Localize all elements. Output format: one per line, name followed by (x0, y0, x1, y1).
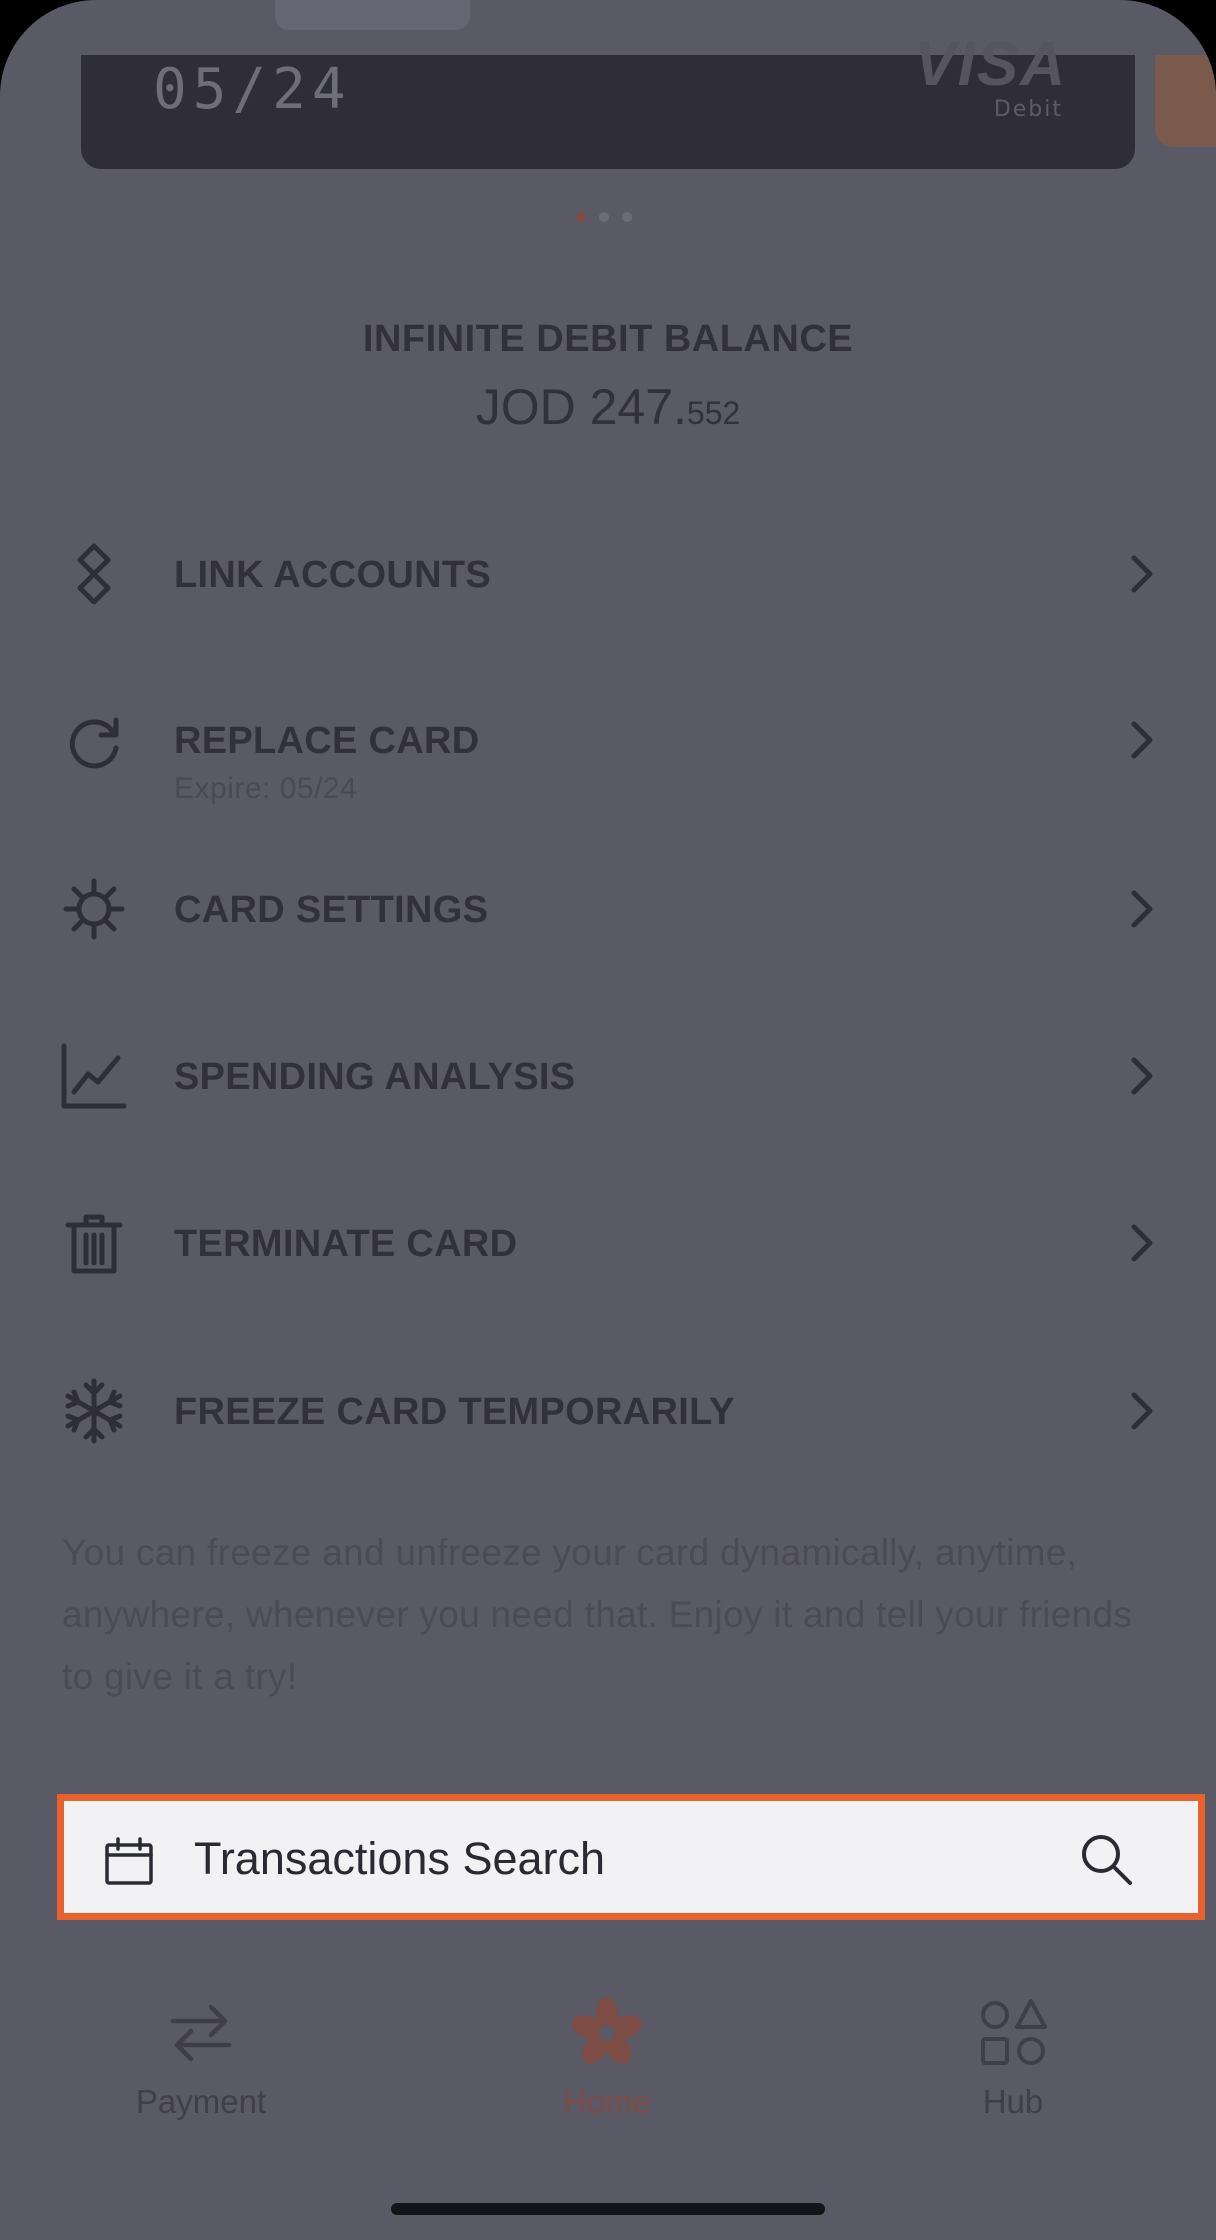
line-chart-icon (58, 1040, 130, 1112)
chevron-right-icon (1122, 887, 1162, 931)
menu-item-sublabel: Expire: 05/24 (174, 772, 358, 805)
card-expiry: 05/24 (153, 57, 352, 122)
tab-hub[interactable]: Hub (893, 1995, 1133, 2145)
tab-label: Payment (135, 2083, 267, 2120)
tab-home[interactable]: Home (487, 1995, 727, 2145)
transactions-search-label: Transactions Search (194, 1833, 606, 1884)
menu-item-label: SPENDING ANALYSIS (174, 1056, 576, 1098)
menu-item-spending-analysis[interactable]: SPENDING ANALYSIS (0, 1016, 1216, 1136)
menu-item-label: TERMINATE CARD (174, 1223, 518, 1265)
shapes-icon (975, 1995, 1051, 2071)
tab-label: Home (562, 2083, 652, 2120)
trash-icon (58, 1207, 130, 1279)
snowflake-icon (58, 1375, 130, 1447)
pager-dot[interactable] (622, 212, 632, 222)
chevron-right-icon (1122, 1221, 1162, 1265)
bottom-tab-bar: Payment Home Hub (0, 1965, 1216, 2240)
pager-dot[interactable] (599, 212, 609, 222)
freeze-description: You can freeze and unfreeze your card dy… (62, 1532, 1133, 1697)
calendar-icon[interactable] (102, 1835, 156, 1889)
card-type: Debit (993, 97, 1063, 122)
card-brand-logo: VISA (914, 30, 1067, 99)
menu-item-freeze-card[interactable]: FREEZE CARD TEMPORARILY (0, 1351, 1216, 1471)
pager-dot[interactable] (576, 212, 586, 222)
gear-icon (58, 873, 130, 945)
debit-card[interactable]: 05/24 VISA Debit (81, 30, 1135, 169)
menu-item-label: REPLACE CARD (174, 720, 480, 762)
card-pager (576, 212, 632, 222)
app-screen: 05/24 VISA Debit INFINITE DEBIT BALANCE … (0, 0, 1216, 2240)
menu-item-link-accounts[interactable]: LINK ACCOUNTS (0, 514, 1216, 634)
tab-payment[interactable]: Payment (81, 1995, 321, 2145)
refresh-icon (58, 704, 130, 776)
menu-item-card-settings[interactable]: CARD SETTINGS (0, 849, 1216, 969)
search-icon[interactable] (1076, 1829, 1136, 1889)
top-grabber (275, 0, 470, 30)
balance-label: INFINITE DEBIT BALANCE (362, 318, 854, 360)
menu-item-label: LINK ACCOUNTS (174, 554, 492, 596)
balance-amount: JOD 247.552 (0, 378, 1216, 436)
menu-item-replace-card[interactable]: REPLACE CARD Expire: 05/24 (0, 680, 1216, 805)
menu-item-label: FREEZE CARD TEMPORARILY (174, 1391, 735, 1433)
chevron-right-icon (1122, 1054, 1162, 1098)
flower-logo-icon (569, 1995, 645, 2071)
transactions-search-bar[interactable]: Transactions Search (57, 1794, 1205, 1920)
balance-amount-main: JOD 247. (475, 379, 687, 435)
transfer-arrows-icon (163, 1995, 239, 2071)
chevron-right-icon (1122, 718, 1162, 762)
chevron-right-icon (1122, 1389, 1162, 1433)
chevron-right-icon (1122, 552, 1162, 596)
balance-amount-decimal: 552 (686, 395, 741, 431)
menu-item-label: CARD SETTINGS (174, 889, 489, 931)
tab-label: Hub (982, 2083, 1044, 2120)
menu-item-terminate-card[interactable]: TERMINATE CARD (0, 1183, 1216, 1303)
next-card-peek[interactable] (1155, 55, 1216, 147)
link-icon (58, 538, 130, 610)
home-indicator[interactable] (391, 2203, 825, 2215)
